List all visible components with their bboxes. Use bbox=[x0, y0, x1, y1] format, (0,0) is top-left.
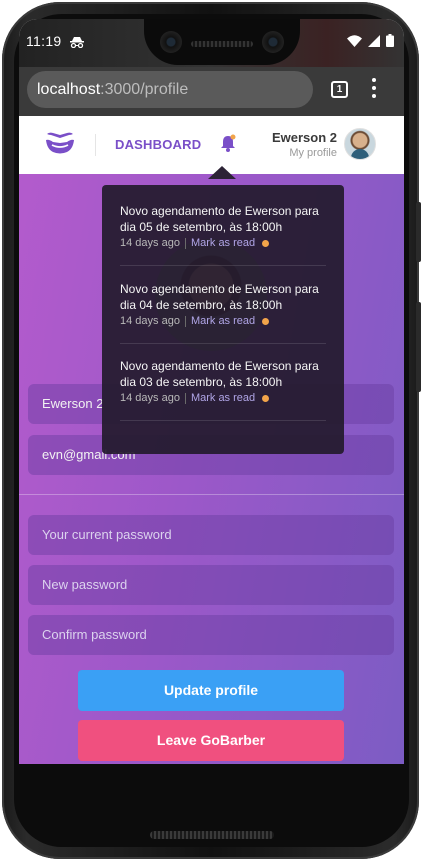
dashboard-link[interactable]: DASHBOARD bbox=[115, 137, 201, 152]
unread-dot bbox=[262, 317, 270, 325]
avatar[interactable] bbox=[344, 128, 376, 160]
front-camera bbox=[160, 31, 182, 53]
url-host: localhost bbox=[37, 81, 101, 98]
name-value: Ewerson 2 bbox=[42, 396, 104, 411]
phone-screen: 11:19 localhost:3000/profile 1 DASHBOARD… bbox=[19, 19, 404, 764]
notification-text: Novo agendamento de Ewerson para dia 05 … bbox=[120, 204, 319, 234]
signal-icon bbox=[368, 34, 380, 52]
mark-as-read-button[interactable]: Mark as read bbox=[191, 315, 255, 327]
leave-button[interactable]: Leave GoBarber bbox=[78, 720, 344, 761]
volume-button bbox=[416, 302, 421, 392]
new-password-input[interactable]: New password bbox=[28, 565, 394, 605]
menu-dots-icon[interactable] bbox=[372, 78, 378, 102]
notification-item[interactable]: Novo agendamento de Ewerson para dia 05 … bbox=[120, 203, 326, 266]
logo-icon[interactable] bbox=[45, 132, 75, 159]
notification-item[interactable]: Novo agendamento de Ewerson para dia 03 … bbox=[120, 358, 326, 421]
mark-as-read-button[interactable]: Mark as read bbox=[191, 392, 255, 404]
notification-item[interactable]: Novo agendamento de Ewerson para dia 04 … bbox=[120, 281, 326, 344]
mark-as-read-button[interactable]: Mark as read bbox=[191, 237, 255, 249]
incognito-icon bbox=[70, 35, 84, 53]
bottom-speaker bbox=[150, 831, 274, 839]
unread-dot bbox=[262, 239, 270, 247]
user-name: Ewerson 2 bbox=[271, 130, 337, 145]
my-profile-link[interactable]: My profile bbox=[289, 147, 337, 159]
status-time: 11:19 bbox=[26, 33, 62, 49]
notification-meta: 14 days ago Mark as read bbox=[120, 237, 326, 249]
section-divider bbox=[19, 494, 404, 495]
bell-icon[interactable] bbox=[220, 134, 236, 157]
front-camera bbox=[262, 31, 284, 53]
header-divider bbox=[95, 134, 96, 156]
current-password-input[interactable]: Your current password bbox=[28, 515, 394, 555]
notification-time: 14 days ago bbox=[120, 315, 180, 327]
address-bar[interactable]: localhost:3000/profile bbox=[27, 71, 313, 108]
browser-toolbar: localhost:3000/profile 1 bbox=[19, 67, 404, 116]
notification-time: 14 days ago bbox=[120, 392, 180, 404]
url-path: :3000/profile bbox=[100, 81, 189, 98]
tab-count: 1 bbox=[336, 84, 343, 95]
camera-notch bbox=[144, 19, 300, 65]
notification-meta: 14 days ago Mark as read bbox=[120, 315, 326, 327]
new-password-placeholder: New password bbox=[42, 577, 128, 592]
power-button bbox=[416, 202, 421, 262]
confirm-password-input[interactable]: Confirm password bbox=[28, 615, 394, 655]
battery-icon bbox=[386, 34, 394, 52]
status-bar: 11:19 bbox=[19, 19, 404, 67]
notification-meta: 14 days ago Mark as read bbox=[120, 392, 326, 404]
tab-switcher-icon[interactable]: 1 bbox=[331, 81, 348, 98]
confirm-password-placeholder: Confirm password bbox=[42, 627, 147, 642]
status-icons bbox=[347, 34, 394, 52]
current-password-placeholder: Your current password bbox=[42, 527, 172, 542]
notification-text: Novo agendamento de Ewerson para dia 04 … bbox=[120, 282, 319, 312]
notification-time: 14 days ago bbox=[120, 237, 180, 249]
update-profile-button[interactable]: Update profile bbox=[78, 670, 344, 711]
popup-arrow bbox=[208, 166, 236, 179]
wifi-icon bbox=[347, 34, 362, 52]
earpiece-speaker bbox=[191, 41, 253, 47]
unread-dot bbox=[262, 394, 270, 402]
notification-text: Novo agendamento de Ewerson para dia 03 … bbox=[120, 359, 319, 389]
notifications-popup: Novo agendamento de Ewerson para dia 05 … bbox=[102, 185, 344, 454]
